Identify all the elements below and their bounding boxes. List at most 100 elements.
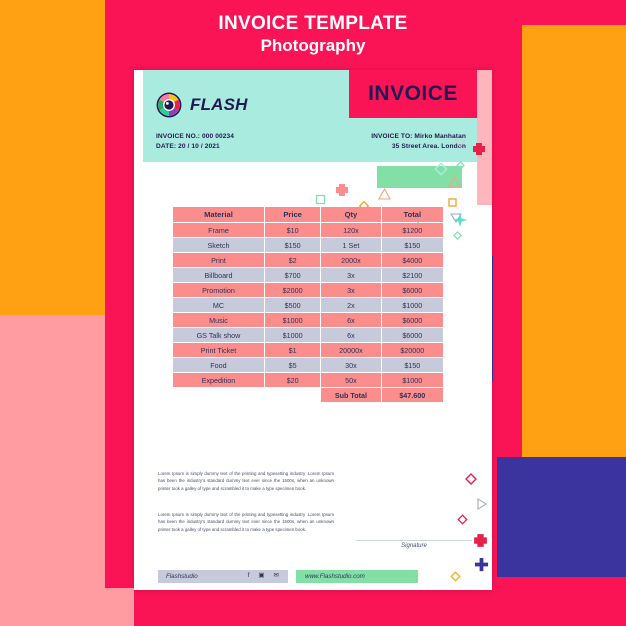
cell-material: GS Talk show (173, 328, 264, 342)
background-block-blue-right (497, 457, 626, 577)
invoice-number: INVOICE NO.: 000 00234 (156, 133, 235, 140)
cell-total: $6000 (381, 283, 443, 297)
triangle-outline-light-icon (454, 139, 466, 148)
cell-total: $150 (381, 358, 443, 372)
table-row: Frame $10 120x $1200 (173, 223, 443, 237)
diamond-outline-yellow-icon (450, 571, 461, 582)
poster-title: INVOICE TEMPLATE (218, 13, 408, 34)
cell-total: $150 (381, 238, 443, 252)
triangle-outline-orange-icon (448, 175, 461, 188)
cell-qty: 2x (321, 298, 381, 312)
table-row: Food $5 30x $150 (173, 358, 443, 372)
cell-price: $10 (264, 223, 321, 237)
footer-studio-name: Flashstudio (166, 573, 198, 580)
cell-material: Billboard (173, 268, 264, 282)
invoice-title-chip: INVOICE (349, 70, 477, 118)
table-row: Expedition $20 50x $1000 (173, 373, 443, 387)
cell-qty: 1 Set (321, 238, 381, 252)
brand-name: FLASH (190, 95, 248, 114)
table-row: Print Ticket $1 20000x $20000 (173, 343, 443, 357)
cell-blank (173, 388, 264, 402)
cross-shape-red-icon (473, 143, 485, 155)
instagram-icon[interactable]: ▣ (258, 573, 264, 580)
table-row: Music $1000 6x $6000 (173, 313, 443, 327)
cell-blank (264, 388, 321, 402)
diamond-outline-crimson-icon (465, 473, 477, 485)
cross-shape-crimson-icon (474, 534, 487, 547)
header-pink-strip (477, 70, 492, 205)
cell-price: $150 (264, 238, 321, 252)
body-paragraph-2: Lorem Ipsum is simply dummy text of the … (158, 512, 334, 532)
diamond-outline-green2-icon (456, 161, 465, 170)
cell-total: $1200 (381, 223, 443, 237)
table-row: Sketch $150 1 Set $150 (173, 238, 443, 252)
table-row: Promotion $2000 3x $6000 (173, 283, 443, 297)
square-outline-icon (315, 194, 326, 205)
footer-website-text: www.Flashstudio.com (305, 573, 365, 580)
table-body: Frame $10 120x $1200 Sketch $150 1 Set $150 Prin… (173, 223, 443, 402)
background-block-orange-right (522, 25, 626, 457)
cell-material: Sketch (173, 238, 264, 252)
diamond-outline-icon (434, 162, 448, 176)
background-block-pink-left (0, 315, 105, 626)
invoice-meta-right: INVOICE TO: Mirko Manhatan 35 Street Are… (371, 132, 466, 152)
cell-material: Frame (173, 223, 264, 237)
cell-material: MC (173, 298, 264, 312)
cell-total: $6000 (381, 313, 443, 327)
diamond-outline-crimson2-icon (457, 514, 468, 525)
table-row: GS Talk show $1000 6x $6000 (173, 328, 443, 342)
invoice-document: INVOICE FLASH INVOICE NO.: 000 00234 DAT… (134, 70, 492, 590)
cell-material: Promotion (173, 283, 264, 297)
subtotal-label: Sub Total (321, 388, 381, 402)
invoice-date: DATE: 20 / 10 / 2021 (156, 143, 220, 150)
cell-qty: 6x (321, 313, 381, 327)
twitter-icon[interactable]: ✉ (274, 573, 279, 580)
invoice-recipient-addr: 35 Street Area. London (391, 143, 466, 150)
cell-total: $6000 (381, 328, 443, 342)
cell-price: $20 (264, 373, 321, 387)
diamond-outline-green-icon (453, 231, 462, 240)
facebook-icon[interactable]: f (248, 573, 250, 580)
triangle-outline-gray2-icon (477, 498, 487, 510)
cell-qty: 2000x (321, 253, 381, 267)
column-header-total: Total (381, 207, 443, 222)
table-row: Print $2 2000x $4000 (173, 253, 443, 267)
camera-aperture-icon (156, 92, 182, 118)
invoice-recipient: INVOICE TO: Mirko Manhatan (371, 133, 466, 140)
signature-line (356, 540, 472, 541)
cell-total: $1000 (381, 298, 443, 312)
cell-total: $2100 (381, 268, 443, 282)
plus-shape-blue-icon (474, 557, 489, 572)
column-header-material: Material (173, 207, 264, 222)
invoice-meta-left: INVOICE NO.: 000 00234 DATE: 20 / 10 / 2… (156, 132, 234, 152)
cross-shape-icon (336, 184, 348, 196)
poster-heading: INVOICE TEMPLATE Photography (0, 12, 626, 57)
cell-material: Print (173, 253, 264, 267)
social-links: f ▣ ✉ (248, 573, 279, 580)
body-paragraph-1: Lorem Ipsum is simply dummy text of the … (158, 471, 334, 491)
cell-price: $700 (264, 268, 321, 282)
cell-qty: 20000x (321, 343, 381, 357)
table-subtotal-row: Sub Total $47.600 (173, 388, 443, 402)
cell-price: $1 (264, 343, 321, 357)
poster-subtitle: Photography (260, 36, 366, 55)
invoice-items-table: Material Price Qty Total Frame $10 120x $12… (172, 206, 444, 403)
cell-price: $2000 (264, 283, 321, 297)
table-row: MC $500 2x $1000 (173, 298, 443, 312)
cell-qty: 3x (321, 268, 381, 282)
footer-website-bar[interactable]: www.Flashstudio.com (296, 570, 418, 583)
cell-qty: 6x (321, 328, 381, 342)
column-header-price: Price (264, 207, 321, 222)
cell-total: $20000 (381, 343, 443, 357)
triangle-outline-icon (378, 187, 391, 200)
signature-label: Signature (401, 543, 427, 549)
background-block-pink-bottom (42, 588, 134, 626)
cell-price: $1000 (264, 313, 321, 327)
poster-canvas: INVOICE TEMPLATE Photography INVOICE FLA… (0, 0, 626, 626)
cell-price: $5 (264, 358, 321, 372)
cell-material: Food (173, 358, 264, 372)
table-header-row: Material Price Qty Total (173, 207, 443, 222)
invoice-title-text: INVOICE (368, 82, 458, 105)
cell-qty: 120x (321, 223, 381, 237)
cell-material: Expedition (173, 373, 264, 387)
